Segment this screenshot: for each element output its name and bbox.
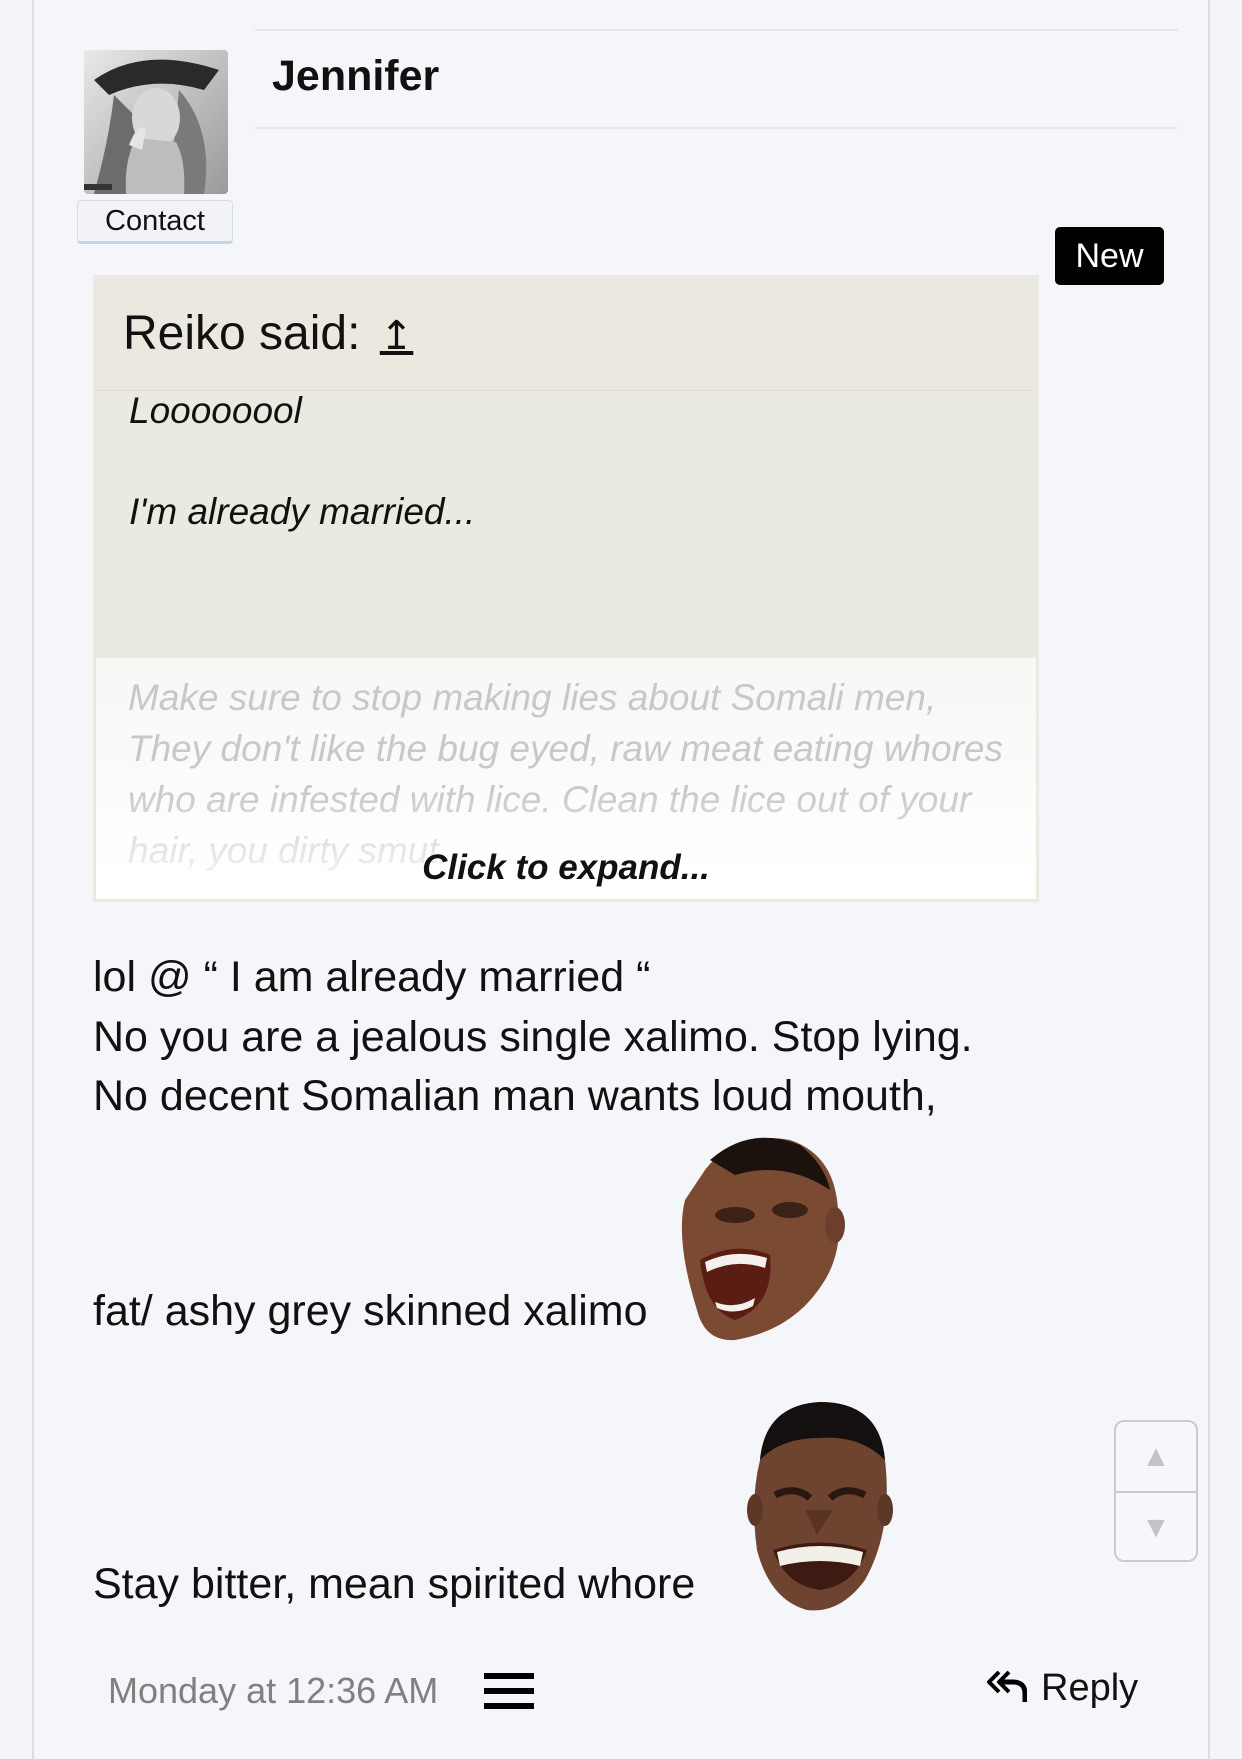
header-divider-top <box>255 29 1178 31</box>
message-line: No you are a jealous single xalimo. Stop… <box>93 1013 973 1061</box>
scroll-down-button[interactable]: ▼ <box>1116 1493 1196 1560</box>
author-name[interactable]: Jennifer <box>272 52 439 101</box>
post-timestamp[interactable]: Monday at 12:36 AM <box>108 1670 438 1712</box>
new-badge: New <box>1055 227 1164 285</box>
header-divider-bottom <box>255 127 1178 129</box>
reply-all-icon <box>987 1670 1028 1702</box>
message-line: fat/ ashy grey skinned xalimo <box>93 1287 648 1335</box>
expand-quote-link[interactable]: Click to expand... <box>96 848 1036 888</box>
reply-label: Reply <box>1041 1667 1139 1709</box>
quote-header: Reiko said: ↥ <box>96 278 1036 391</box>
message-line: Stay bitter, mean spirited whore <box>93 1560 696 1608</box>
grinning-face-sticker <box>745 1400 893 1619</box>
quote-line: I'm already married... <box>129 491 476 532</box>
scroll-up-button[interactable]: ▲ <box>1116 1422 1196 1493</box>
avatar[interactable] <box>84 50 228 194</box>
contact-button[interactable]: Contact <box>77 200 233 244</box>
message-line: No decent Somalian man wants loud mouth, <box>93 1072 937 1120</box>
message-line: lol @ “ I am already married “ <box>93 953 651 1001</box>
quote-block: Reiko said: ↥ Loooooool I'm already marr… <box>93 275 1039 902</box>
quote-line: Loooooool <box>129 390 302 431</box>
quote-author-label: Reiko said: <box>123 307 361 360</box>
hamburger-icon[interactable] <box>484 1673 534 1709</box>
quote-author[interactable]: Reiko said: ↥ <box>123 306 413 361</box>
laughing-face-sticker <box>675 1130 845 1347</box>
reply-button[interactable]: Reply <box>987 1667 1138 1710</box>
jump-to-quote-icon[interactable]: ↥ <box>380 313 414 359</box>
scroll-navigator: ▲ ▼ <box>1114 1420 1198 1562</box>
quote-collapsed-area[interactable]: Make sure to stop making lies about Soma… <box>96 658 1036 899</box>
page: Contact Jennifer New Reiko said: ↥ Loooo… <box>0 0 1242 1759</box>
